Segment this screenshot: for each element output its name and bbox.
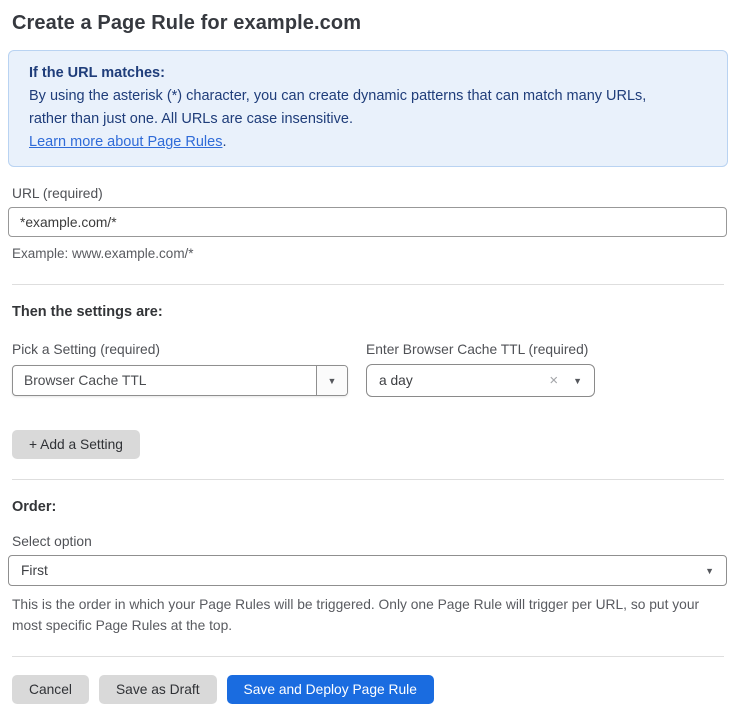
url-input[interactable] xyxy=(8,207,727,237)
setting-picker-select[interactable]: Browser Cache TTL ▼ xyxy=(12,365,348,396)
divider xyxy=(12,479,724,480)
divider xyxy=(12,656,724,657)
order-helper-text: This is the order in which your Page Rul… xyxy=(12,595,724,636)
create-page-rule-form: Create a Page Rule for example.com If th… xyxy=(0,0,736,712)
chevron-down-icon: ▼ xyxy=(328,376,337,386)
order-helper-line-1: This is the order in which your Page Rul… xyxy=(12,595,724,616)
info-box-link-line: Learn more about Page Rules. xyxy=(29,131,707,154)
learn-more-link[interactable]: Learn more about Page Rules xyxy=(29,134,222,150)
order-helper-line-2: most specific Page Rules at the top. xyxy=(12,616,724,637)
info-box-heading: If the URL matches: xyxy=(29,62,707,85)
setting-picker-value: Browser Cache TTL xyxy=(13,366,316,395)
order-select[interactable]: First ▼ xyxy=(8,555,727,586)
ttl-picker-value: a day xyxy=(379,373,549,388)
ttl-picker-column: Enter Browser Cache TTL (required) a day… xyxy=(366,342,595,397)
setting-picker-column: Pick a Setting (required) Browser Cache … xyxy=(12,342,348,397)
order-section-heading: Order: xyxy=(12,499,724,515)
settings-row: Pick a Setting (required) Browser Cache … xyxy=(12,342,724,397)
save-as-draft-button[interactable]: Save as Draft xyxy=(99,675,217,704)
clear-icon[interactable]: × xyxy=(549,373,558,388)
link-suffix: . xyxy=(222,134,226,150)
save-and-deploy-button[interactable]: Save and Deploy Page Rule xyxy=(227,675,434,704)
divider xyxy=(12,284,724,285)
add-setting-button[interactable]: + Add a Setting xyxy=(12,430,140,459)
info-box-body-line-2: rather than just one. All URLs are case … xyxy=(29,108,707,131)
chevron-down-icon[interactable]: ▼ xyxy=(573,376,582,386)
setting-picker-label: Pick a Setting (required) xyxy=(12,342,348,357)
caret-cell[interactable]: ▼ xyxy=(316,366,347,395)
url-field-label: URL (required) xyxy=(12,186,724,201)
cancel-button[interactable]: Cancel xyxy=(12,675,89,704)
page-title: Create a Page Rule for example.com xyxy=(12,12,724,35)
url-match-info-box: If the URL matches: By using the asteris… xyxy=(8,50,728,167)
settings-section-heading: Then the settings are: xyxy=(12,304,724,320)
footer-buttons: Cancel Save as Draft Save and Deploy Pag… xyxy=(12,675,724,704)
url-helper-text: Example: www.example.com/* xyxy=(12,244,724,264)
ttl-picker-combobox[interactable]: a day × ▼ xyxy=(366,364,595,397)
chevron-down-icon: ▼ xyxy=(705,566,714,576)
order-select-value: First xyxy=(21,563,705,578)
info-box-body-line-1: By using the asterisk (*) character, you… xyxy=(29,85,707,108)
order-select-label: Select option xyxy=(12,534,724,549)
ttl-picker-label: Enter Browser Cache TTL (required) xyxy=(366,342,595,357)
add-setting-wrap: + Add a Setting xyxy=(12,430,724,459)
